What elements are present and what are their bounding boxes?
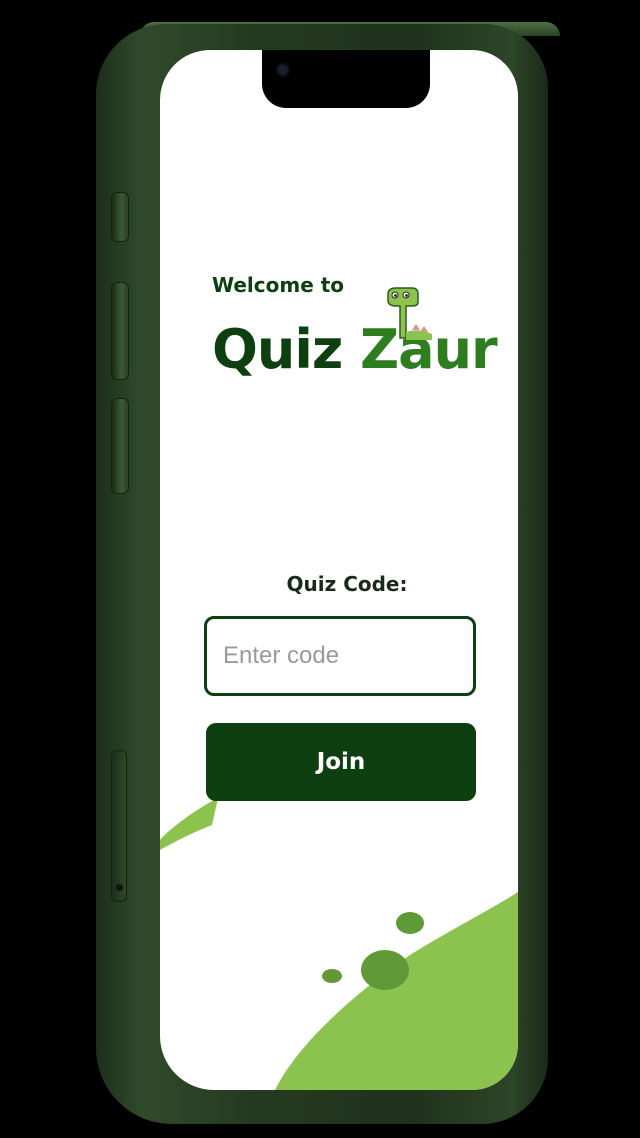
join-button[interactable]: Join — [206, 723, 476, 801]
sim-tray — [111, 750, 127, 902]
volume-up-button — [111, 282, 129, 380]
quizzaur-logo: Quiz Zaur — [212, 287, 512, 398]
dino-spot-tiny — [322, 969, 342, 983]
logo-quiz-text: Quiz — [212, 318, 343, 381]
dino-spot-large — [361, 950, 409, 990]
phone-notch — [262, 50, 430, 108]
dino-spot-small — [396, 912, 424, 934]
quiz-code-label: Quiz Code: — [286, 572, 408, 596]
front-camera-icon — [276, 63, 290, 77]
volume-down-button — [111, 398, 129, 494]
quiz-code-input[interactable] — [204, 616, 476, 696]
dinosaur-icon — [387, 287, 432, 340]
mute-switch — [111, 192, 129, 242]
welcome-heading: Welcome to — [212, 273, 345, 297]
dino-body-shape — [275, 892, 518, 1090]
dino-tail-shape — [160, 798, 218, 850]
app-screen: Welcome to Quiz Zaur Quiz Code: Join — [160, 50, 518, 1090]
dinosaur-background-decoration — [160, 798, 518, 1090]
sim-eject-hole — [116, 884, 123, 891]
stage: Welcome to Quiz Zaur Quiz Code: Join — [0, 0, 640, 1138]
